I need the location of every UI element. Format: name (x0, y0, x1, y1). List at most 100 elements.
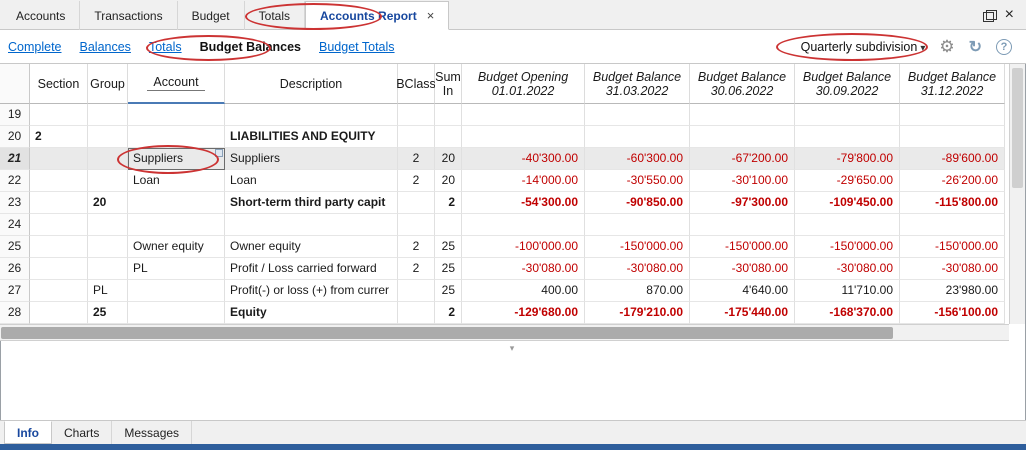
cell-bclass[interactable]: 2 (398, 170, 435, 192)
cell-group[interactable] (88, 170, 128, 192)
window-close-icon[interactable]: × (1001, 2, 1018, 28)
cell-amount[interactable]: -100'000.00 (462, 236, 585, 258)
cell-amount[interactable] (690, 214, 795, 236)
cell-amount[interactable]: -179'210.00 (585, 302, 690, 324)
restore-window-icon[interactable] (982, 9, 997, 22)
cell-account[interactable] (128, 302, 225, 324)
cell-amount[interactable]: -30'080.00 (690, 258, 795, 280)
vertical-scrollbar[interactable] (1009, 64, 1025, 324)
cell-section[interactable] (30, 170, 88, 192)
column-header-v4[interactable]: Budget Balance 31.12.2022 (900, 64, 1005, 104)
cell-amount[interactable]: -54'300.00 (462, 192, 585, 214)
cell-amount[interactable]: -150'000.00 (795, 236, 900, 258)
cell-amount[interactable] (462, 104, 585, 126)
cell-amount[interactable] (585, 126, 690, 148)
report-link-complete[interactable]: Complete (8, 40, 62, 54)
cell-sum-in[interactable]: 2 (435, 302, 462, 324)
cell-amount[interactable] (795, 214, 900, 236)
column-header-description[interactable]: Description (225, 64, 398, 104)
cell-bclass[interactable]: 2 (398, 148, 435, 170)
tab-budget[interactable]: Budget (178, 1, 245, 30)
cell-amount[interactable] (900, 104, 1005, 126)
cell-amount[interactable] (462, 126, 585, 148)
cell-section[interactable] (30, 214, 88, 236)
cell-amount[interactable]: -175'440.00 (690, 302, 795, 324)
cell-bclass[interactable] (398, 280, 435, 302)
cell-description[interactable]: Short-term third party capit (225, 192, 398, 214)
column-header-bclass[interactable]: BClass (396, 64, 436, 104)
row-number[interactable]: 24 (0, 214, 30, 236)
cell-section[interactable] (30, 302, 88, 324)
bottom-tab-charts[interactable]: Charts (52, 421, 113, 444)
report-link-totals[interactable]: Totals (149, 40, 182, 54)
report-link-budget-balances[interactable]: Budget Balances (200, 40, 301, 54)
row-number[interactable]: 25 (0, 236, 30, 258)
cell-bclass[interactable]: 2 (398, 258, 435, 280)
cell-amount[interactable]: -30'080.00 (795, 258, 900, 280)
cell-group[interactable] (88, 236, 128, 258)
cell-sum-in[interactable] (435, 104, 462, 126)
cell-sum-in[interactable]: 2 (435, 192, 462, 214)
cell-section[interactable]: 2 (30, 126, 88, 148)
cell-amount[interactable]: -60'300.00 (585, 148, 690, 170)
gear-icon[interactable]: ⚙ (939, 37, 954, 57)
cell-amount[interactable]: 4'640.00 (690, 280, 795, 302)
tab-totals[interactable]: Totals (245, 1, 306, 30)
cell-account[interactable]: PL (128, 258, 225, 280)
column-header-v1[interactable]: Budget Balance 31.03.2022 (585, 64, 690, 104)
subdivision-dropdown[interactable]: Quarterly subdivision ▾ (801, 40, 926, 54)
cell-description[interactable]: Profit(-) or loss (+) from currer (225, 280, 398, 302)
row-number[interactable]: 19 (0, 104, 30, 126)
cell-group[interactable] (88, 258, 128, 280)
cell-amount[interactable]: -109'450.00 (795, 192, 900, 214)
cell-amount[interactable]: -156'100.00 (900, 302, 1005, 324)
cell-amount[interactable]: 870.00 (585, 280, 690, 302)
cell-group[interactable] (88, 126, 128, 148)
cell-bclass[interactable] (398, 192, 435, 214)
cell-amount[interactable]: -150'000.00 (900, 236, 1005, 258)
cell-amount[interactable] (795, 126, 900, 148)
tab-close-icon[interactable]: × (427, 8, 435, 23)
cell-group[interactable]: 25 (88, 302, 128, 324)
cell-amount[interactable] (585, 104, 690, 126)
cell-section[interactable] (30, 192, 88, 214)
column-header-group[interactable]: Group (88, 64, 128, 104)
cell-amount[interactable]: -67'200.00 (690, 148, 795, 170)
cell-amount[interactable] (585, 214, 690, 236)
cell-amount[interactable] (900, 126, 1005, 148)
row-number[interactable]: 21 (0, 148, 30, 170)
cell-account[interactable]: Suppliers (128, 148, 225, 170)
row-number[interactable]: 26 (0, 258, 30, 280)
vertical-scrollbar-thumb[interactable] (1012, 68, 1023, 188)
cell-description[interactable] (225, 214, 398, 236)
help-icon[interactable]: ? (996, 38, 1012, 55)
refresh-icon[interactable]: ↻ (969, 37, 982, 57)
horizontal-scrollbar-thumb[interactable] (1, 327, 893, 339)
cell-group[interactable]: 20 (88, 192, 128, 214)
cell-sum-in[interactable]: 25 (435, 258, 462, 280)
cell-amount[interactable]: -30'550.00 (585, 170, 690, 192)
column-header-sum[interactable]: Sum In (435, 64, 462, 104)
cell-amount[interactable]: -89'600.00 (900, 148, 1005, 170)
cell-description[interactable]: Suppliers (225, 148, 398, 170)
cell-amount[interactable]: 11'710.00 (795, 280, 900, 302)
cell-amount[interactable]: -30'100.00 (690, 170, 795, 192)
row-number-corner[interactable] (0, 64, 30, 104)
cell-group[interactable] (88, 214, 128, 236)
cell-amount[interactable] (795, 104, 900, 126)
cell-account[interactable]: Loan (128, 170, 225, 192)
cell-account[interactable] (128, 214, 225, 236)
cell-amount[interactable]: -90'850.00 (585, 192, 690, 214)
cell-amount[interactable]: -30'080.00 (900, 258, 1005, 280)
cell-sum-in[interactable] (435, 214, 462, 236)
row-number[interactable]: 28 (0, 302, 30, 324)
column-header-v0[interactable]: Budget Opening 01.01.2022 (462, 64, 585, 104)
tab-accounts-report[interactable]: Accounts Report × (305, 1, 450, 30)
cell-amount[interactable]: -97'300.00 (690, 192, 795, 214)
cell-amount[interactable]: 400.00 (462, 280, 585, 302)
cell-amount[interactable] (900, 214, 1005, 236)
cell-section[interactable] (30, 104, 88, 126)
report-link-budget-totals[interactable]: Budget Totals (319, 40, 395, 54)
column-header-section[interactable]: Section (30, 64, 88, 104)
cell-group[interactable]: PL (88, 280, 128, 302)
